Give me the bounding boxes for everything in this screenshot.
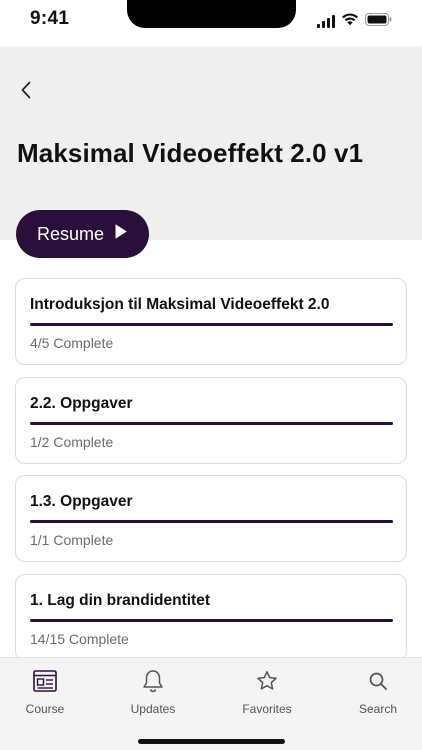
lesson-card[interactable]: 1.3. Oppgaver 1/1 Complete [15, 475, 407, 562]
lesson-card[interactable]: 1. Lag din brandidentitet 14/15 Complete [15, 573, 407, 661]
page-title: Maksimal Videoeffekt 2.0 v1 [17, 138, 364, 168]
tab-updates[interactable]: Updates [108, 668, 198, 716]
tab-label: Updates [130, 702, 176, 716]
lesson-title: 1. Lag din brandidentitet [30, 591, 210, 609]
tab-course[interactable]: Course [0, 668, 90, 716]
lesson-card[interactable]: Introduksjon til Maksimal Videoeffekt 2.… [15, 278, 407, 365]
lesson-card[interactable]: 2.2. Oppgaver 1/2 Complete [15, 376, 407, 464]
lesson-title: Introduksjon til Maksimal Videoeffekt 2.… [30, 296, 330, 313]
wifi-icon [341, 12, 359, 31]
resume-button[interactable]: Resume [16, 210, 149, 258]
resume-label: Resume [36, 223, 105, 244]
course-icon [32, 668, 58, 694]
play-icon [114, 223, 128, 245]
lesson-progress-fill [30, 421, 393, 425]
lesson-progress-bar [30, 323, 393, 326]
bell-icon [140, 668, 166, 694]
lesson-list: Introduksjon til Maksimal Videoeffekt 2.… [15, 278, 407, 672]
tab-label: Course [25, 702, 65, 716]
status-bar: 9:41 [0, 0, 422, 46]
lesson-status: 1/2 Complete [30, 433, 114, 450]
lesson-progress-fill [30, 323, 393, 326]
tab-label: Favorites [242, 702, 292, 716]
lesson-status: 14/15 Complete [30, 630, 129, 647]
tab-bar: Course Updates Favorites Search [0, 657, 422, 750]
course-screen: 9:41 Maksimal Videoeffekt 2.0 v1 Resume … [0, 0, 422, 750]
lesson-status: 1/1 Complete [30, 532, 114, 548]
search-icon [365, 668, 391, 694]
lesson-progress-fill [30, 618, 393, 622]
signal-icon [317, 15, 335, 28]
star-icon [254, 668, 280, 694]
status-icons [317, 12, 392, 31]
lesson-progress-bar [30, 520, 393, 523]
lesson-title: 1.3. Oppgaver [30, 493, 133, 510]
chevron-left-icon [20, 81, 32, 104]
tab-search[interactable]: Search [333, 668, 422, 716]
tab-label: Search [358, 702, 398, 716]
lesson-progress-fill [30, 520, 393, 523]
battery-icon [365, 12, 392, 31]
status-time: 9:41 [30, 8, 70, 29]
lesson-title: 2.2. Oppgaver [30, 394, 133, 412]
lesson-status: 4/5 Complete [30, 335, 114, 351]
lesson-progress-bar [30, 618, 393, 622]
back-button[interactable] [14, 80, 38, 104]
device-notch [127, 0, 296, 28]
tab-favorites[interactable]: Favorites [222, 668, 312, 716]
lesson-progress-bar [30, 421, 393, 425]
home-indicator [138, 739, 285, 744]
